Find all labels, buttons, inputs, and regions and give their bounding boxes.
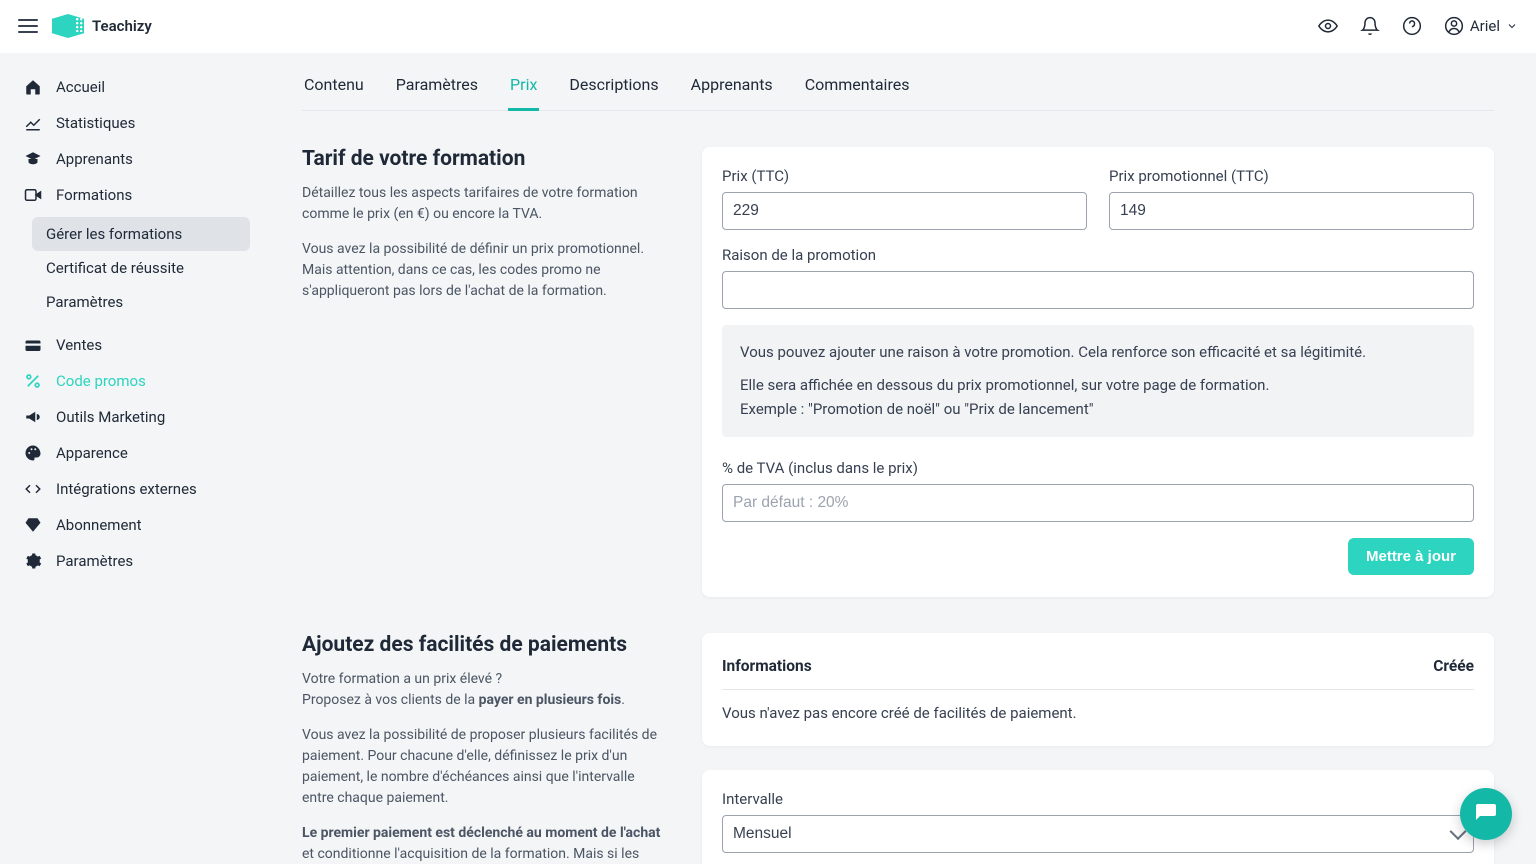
chat-fab[interactable] <box>1460 788 1512 840</box>
help-icon[interactable] <box>1402 16 1422 36</box>
home-icon <box>24 78 42 96</box>
bell-icon[interactable] <box>1360 16 1380 36</box>
chat-icon <box>1474 802 1498 826</box>
gem-icon <box>24 516 42 534</box>
vat-label: % de TVA (inclus dans le prix) <box>722 459 1474 477</box>
pricing-card: Prix (TTC) Prix promotionnel (TTC) Raiso… <box>702 147 1494 597</box>
main-content: Contenu Paramètres Prix Descriptions App… <box>260 53 1536 864</box>
sidebar-item-label: Outils Marketing <box>56 408 165 426</box>
tab-contenu[interactable]: Contenu <box>302 71 366 110</box>
gear-icon <box>24 552 42 570</box>
sidebar-item-integrations[interactable]: Intégrations externes <box>0 471 260 507</box>
sidebar-item-label: Ventes <box>56 336 102 354</box>
sidebar-item-label: Apprenants <box>56 150 133 168</box>
tabs: Contenu Paramètres Prix Descriptions App… <box>302 53 1494 111</box>
tab-apprenants[interactable]: Apprenants <box>689 71 775 110</box>
promo-price-label: Prix promotionnel (TTC) <box>1109 167 1474 185</box>
tab-parametres[interactable]: Paramètres <box>394 71 480 110</box>
plans-description: Ajoutez des facilités de paiements Votre… <box>302 633 662 864</box>
sidebar-item-abonnement[interactable]: Abonnement <box>0 507 260 543</box>
topbar: Teachizy Ariel <box>0 0 1536 53</box>
update-button[interactable]: Mettre à jour <box>1348 538 1474 575</box>
plans-col-created: Créée <box>1433 657 1474 675</box>
promo-reason-notice: Vous pouvez ajouter une raison à votre p… <box>722 325 1474 437</box>
pricing-heading: Tarif de votre formation <box>302 147 662 171</box>
sidebar-item-code-promos[interactable]: Code promos <box>0 363 260 399</box>
tab-descriptions[interactable]: Descriptions <box>567 71 660 110</box>
wallet-icon <box>24 336 42 354</box>
hamburger-menu-icon[interactable] <box>18 19 38 33</box>
plans-list-card: Informations Créée Vous n'avez pas encor… <box>702 633 1494 746</box>
sidebar-sub-gerer[interactable]: Gérer les formations <box>32 217 250 251</box>
plans-empty-message: Vous n'avez pas encore créé de facilités… <box>722 690 1474 724</box>
promo-reason-input[interactable] <box>722 271 1474 309</box>
interval-label: Intervalle <box>722 790 1474 808</box>
price-label: Prix (TTC) <box>722 167 1087 185</box>
percent-icon <box>24 372 42 390</box>
sidebar-item-accueil[interactable]: Accueil <box>0 69 260 105</box>
tab-prix[interactable]: Prix <box>508 71 539 110</box>
sidebar-item-parametres[interactable]: Paramètres <box>0 543 260 579</box>
sidebar-item-ventes[interactable]: Ventes <box>0 327 260 363</box>
pricing-desc-2: Vous avez la possibilité de définir un p… <box>302 239 662 302</box>
bullhorn-icon <box>24 408 42 426</box>
sidebar-item-label: Intégrations externes <box>56 480 197 498</box>
sidebar-item-label: Paramètres <box>56 552 133 570</box>
sidebar-item-label: Statistiques <box>56 114 135 132</box>
sidebar-item-label: Apparence <box>56 444 128 462</box>
code-icon <box>24 480 42 498</box>
sidebar-item-statistiques[interactable]: Statistiques <box>0 105 260 141</box>
pricing-description: Tarif de votre formation Détaillez tous … <box>302 147 662 597</box>
interval-select[interactable]: Mensuel <box>722 815 1474 853</box>
student-icon <box>24 150 42 168</box>
video-icon <box>24 186 42 204</box>
sidebar-item-label: Code promos <box>56 372 146 390</box>
plans-form-card: Intervalle Mensuel Montant d'un paiement <box>702 770 1494 864</box>
vat-input[interactable] <box>722 484 1474 522</box>
chevron-down-icon <box>1506 20 1518 32</box>
brand-name: Teachizy <box>92 17 152 35</box>
brand-logo-icon <box>52 14 84 38</box>
promo-price-input[interactable] <box>1109 192 1474 230</box>
sidebar-item-apprenants[interactable]: Apprenants <box>0 141 260 177</box>
tab-commentaires[interactable]: Commentaires <box>803 71 912 110</box>
chart-icon <box>24 114 42 132</box>
price-input[interactable] <box>722 192 1087 230</box>
plans-heading: Ajoutez des facilités de paiements <box>302 633 662 657</box>
promo-reason-label: Raison de la promotion <box>722 246 1474 264</box>
plans-col-info: Informations <box>722 657 812 675</box>
sidebar-item-label: Abonnement <box>56 516 142 534</box>
pricing-desc-1: Détaillez tous les aspects tarifaires de… <box>302 183 662 225</box>
brand[interactable]: Teachizy <box>52 14 152 38</box>
user-name: Ariel <box>1470 17 1500 35</box>
user-menu[interactable]: Ariel <box>1444 16 1518 36</box>
sidebar-item-label: Accueil <box>56 78 105 96</box>
preview-icon[interactable] <box>1318 16 1338 36</box>
sidebar: Accueil Statistiques Apprenants Formatio… <box>0 53 260 864</box>
sidebar-item-marketing[interactable]: Outils Marketing <box>0 399 260 435</box>
palette-icon <box>24 444 42 462</box>
sidebar-sub-formations: Gérer les formations Certificat de réuss… <box>10 217 250 319</box>
sidebar-sub-certificat[interactable]: Certificat de réussite <box>32 251 250 285</box>
sidebar-sub-parametres[interactable]: Paramètres <box>32 285 250 319</box>
sidebar-item-apparence[interactable]: Apparence <box>0 435 260 471</box>
sidebar-item-formations[interactable]: Formations <box>0 177 260 213</box>
sidebar-item-label: Formations <box>56 186 132 204</box>
